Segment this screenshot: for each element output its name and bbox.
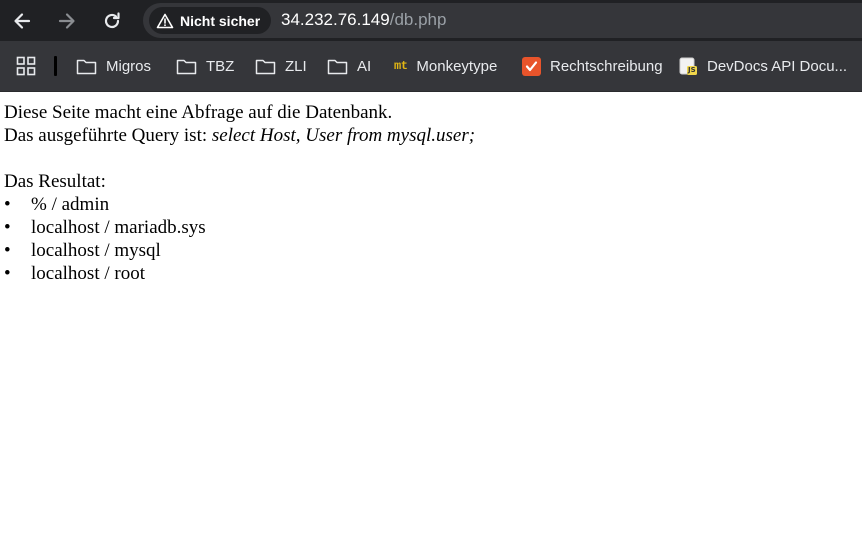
bookmark-label: Migros — [106, 57, 152, 75]
result-heading: Das Resultat: — [4, 171, 106, 192]
bookmark-ai[interactable]: AI — [327, 54, 371, 78]
result-value: % / admin — [31, 194, 110, 215]
list-item: • localhost / root — [4, 262, 854, 285]
folder-icon — [327, 59, 348, 74]
url-host: 34.232.76.149 — [281, 10, 390, 29]
bookmarks-bar: Migros TBZ ZLI AI mt Monkeytype Rechtsch… — [0, 41, 862, 92]
folder-icon — [176, 59, 197, 74]
query-line: Das ausgeführte Query ist: select Host, … — [4, 124, 854, 147]
bookmark-label: Rechtschreibung — [550, 57, 663, 75]
devdocs-icon: JS — [679, 57, 698, 76]
devdocs-logo-text: JS — [688, 65, 696, 74]
bookmark-label: AI — [357, 57, 372, 75]
monkeytype-icon: mt — [394, 59, 408, 73]
list-item: • localhost / mysql — [4, 239, 854, 262]
bookmarks-separator — [54, 56, 57, 76]
browser-toolbar: Nicht sicher 34.232.76.149/db.php — [0, 0, 862, 41]
forward-button[interactable] — [52, 6, 82, 36]
bookmark-devdocs[interactable]: JS DevDocs API Docu... — [679, 54, 847, 78]
query-text: select Host, User from mysql.user; — [211, 125, 476, 146]
folder-icon — [76, 59, 97, 74]
page-content: Diese Seite macht eine Abfrage auf die D… — [4, 101, 854, 285]
reload-button[interactable] — [97, 6, 127, 36]
intro-text: Diese Seite macht eine Abfrage auf die D… — [4, 102, 393, 123]
query-prefix: Das ausgeführte Query ist: — [4, 125, 212, 146]
warning-triangle-icon — [156, 13, 174, 28]
bullet: • — [4, 217, 11, 238]
arrow-right-icon — [58, 13, 75, 29]
bookmark-migros[interactable]: Migros — [76, 54, 151, 78]
bookmark-zli[interactable]: ZLI — [255, 54, 307, 78]
arrow-left-icon — [14, 13, 31, 29]
back-button[interactable] — [7, 6, 37, 36]
list-item: • localhost / mariadb.sys — [4, 216, 854, 239]
bookmark-label: TBZ — [206, 57, 235, 75]
result-value: localhost / mysql — [31, 240, 161, 261]
result-list: • % / admin • localhost / mariadb.sys • loc… — [4, 193, 854, 285]
folder-icon — [255, 59, 276, 74]
bookmark-label: Monkeytype — [416, 57, 498, 75]
result-value: localhost / mariadb.sys — [31, 217, 206, 238]
bullet: • — [4, 240, 11, 261]
bookmark-tbz[interactable]: TBZ — [176, 54, 234, 78]
bookmark-label: DevDocs API Docu... — [707, 57, 848, 75]
url-text[interactable]: 34.232.76.149/db.php — [281, 10, 446, 30]
bookmark-monkeytype[interactable]: mt Monkeytype — [394, 54, 497, 78]
bullet: • — [4, 263, 11, 284]
bullet: • — [4, 194, 11, 215]
apps-grid-icon[interactable] — [16, 56, 36, 76]
bookmark-rechtschreibung[interactable]: Rechtschreibung — [522, 54, 663, 78]
rechtschreibung-icon — [522, 56, 541, 76]
list-item: • % / admin — [4, 193, 854, 216]
bookmark-label: ZLI — [285, 57, 307, 75]
security-label: Nicht sicher — [180, 12, 261, 29]
url-path: /db.php — [389, 10, 447, 29]
security-indicator[interactable]: Nicht sicher — [149, 7, 272, 34]
result-value: localhost / root — [31, 263, 145, 284]
reload-icon — [104, 12, 120, 29]
